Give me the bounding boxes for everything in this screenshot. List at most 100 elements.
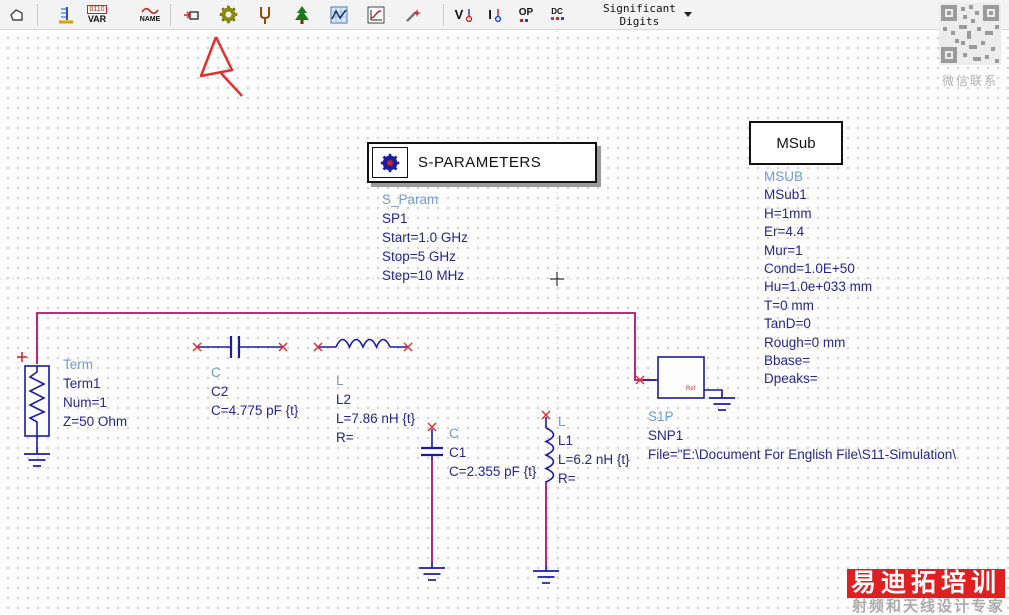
push-into-button[interactable]	[180, 1, 202, 29]
component-type: L	[336, 373, 344, 388]
voltage-probe-icon	[466, 8, 473, 22]
param-line: Step=10 MHz	[382, 268, 465, 283]
significant-digits-dropdown[interactable]: Significant Digits	[603, 2, 692, 28]
term1-label[interactable]: Term Term1 Num=1 Z=50 Ohm	[63, 355, 127, 431]
param-line: T=0 mm	[764, 297, 814, 313]
param-line: C=2.355 pF {t}	[449, 464, 537, 479]
param-line: MSub1	[764, 187, 807, 203]
param-line: Start=1.0 GHz	[382, 230, 468, 245]
component-type: L	[558, 414, 566, 429]
param-line: Er=4.4	[764, 224, 805, 240]
param-line: Hu=1.0e+033 mm	[764, 279, 873, 295]
param-line: Dpeaks=	[764, 371, 818, 387]
chevron-down-icon	[683, 12, 692, 17]
snp-ref-label: Ref	[686, 386, 696, 392]
param-line: SNP1	[648, 428, 684, 443]
plot-icon	[367, 6, 385, 23]
watermark-title: 易迪拓培训	[846, 569, 1005, 598]
l1-label[interactable]: L L1 L=6.2 nH {t} R=	[558, 412, 630, 488]
param-line: SP1	[382, 211, 408, 226]
component-type: S_Param	[382, 192, 439, 207]
qr-caption: 微信联系	[941, 74, 998, 88]
dc-annotation-button[interactable]: DC	[546, 1, 568, 29]
msub-label[interactable]: MSUB MSub1 H=1mm Er=4.4 Mur=1 Cond=1.0E+50 Hu…	[764, 168, 872, 389]
param-line: C2	[211, 384, 229, 399]
snp1-label[interactable]: S1P SNP1 File="E:\Document For English Fi…	[648, 407, 956, 464]
qr-code-image	[939, 3, 1001, 65]
op-annotation-button[interactable]: OP	[515, 1, 537, 29]
l2-label[interactable]: L L2 L=7.86 nH {t} R=	[336, 371, 415, 447]
port-button[interactable]	[6, 1, 28, 29]
c2-label[interactable]: C C2 C=4.775 pF {t}	[211, 363, 298, 420]
param-line: R=	[558, 471, 576, 486]
current-probe-letter: I	[488, 7, 492, 22]
sparams-title: S-PARAMETERS	[418, 154, 542, 171]
qr-code-block: 微信联系	[939, 3, 1001, 89]
toolbar-separator	[443, 3, 444, 26]
optimize-wand-button[interactable]	[402, 1, 424, 29]
param-line: C1	[449, 445, 467, 460]
name-label: NAME	[139, 15, 161, 23]
toolbar-separator	[37, 3, 38, 26]
msub-title: MSub	[776, 134, 816, 152]
component-type: S1P	[648, 409, 674, 424]
voltage-label-letter: V	[454, 7, 464, 22]
significant-digits-line2: Digits	[619, 14, 660, 28]
param-line: R=	[336, 430, 354, 445]
op-dots-icon	[520, 18, 528, 22]
param-line: Cond=1.0E+50	[764, 261, 855, 277]
ads-schematic-window: 0110 VAR NAME V I OP DC Significant Digi…	[0, 0, 1009, 615]
param-line: L2	[336, 392, 352, 407]
sim-gear-box	[372, 147, 408, 178]
toolbar: 0110 VAR NAME V I OP DC Significant Digi…	[0, 0, 1009, 30]
param-line: L=6.2 nH {t}	[558, 452, 630, 467]
level-meter-icon	[59, 6, 73, 23]
wand-icon	[406, 8, 421, 22]
gear-icon	[380, 153, 400, 172]
tree-icon	[295, 5, 309, 24]
current-probe-button[interactable]: I	[484, 1, 506, 29]
component-type: C	[211, 365, 221, 380]
wire-squiggle-icon	[141, 7, 159, 14]
tuning-fork-button[interactable]	[254, 1, 276, 29]
push-into-icon	[184, 10, 199, 20]
tree-button[interactable]	[291, 1, 313, 29]
data-display-icon	[330, 6, 348, 23]
dc-label: DC	[551, 7, 563, 16]
c1-label[interactable]: C C1 C=2.355 pF {t}	[449, 424, 536, 481]
plot-button[interactable]	[365, 1, 387, 29]
component-type: MSUB	[764, 169, 804, 184]
watermark-subtitle: 射频和天线设计专家	[851, 598, 1005, 615]
param-line: Rough=0 mm	[764, 334, 846, 350]
param-line: H=1mm	[764, 205, 812, 221]
toolbar-separator	[170, 3, 171, 26]
component-type: C	[449, 426, 459, 441]
s-parameters-controller[interactable]: S-PARAMETERS	[367, 142, 597, 183]
param-line: Z=50 Ohm	[63, 414, 128, 429]
param-line: L1	[558, 433, 574, 448]
var-label: VAR	[87, 14, 107, 24]
data-display-button[interactable]	[328, 1, 350, 29]
tuning-fork-icon	[260, 6, 270, 24]
component-type: Term	[63, 357, 93, 372]
simulate-gear-button[interactable]	[217, 1, 239, 29]
watermark: 易迪拓培训 射频和天线设计专家	[846, 569, 1005, 615]
level-meter-button[interactable]	[55, 1, 77, 29]
param-line: C=4.775 pF {t}	[211, 403, 299, 418]
param-line: L=7.86 nH {t}	[336, 411, 416, 426]
param-line: Stop=5 GHz	[382, 249, 456, 264]
param-line: Mur=1	[764, 242, 803, 258]
significant-digits-line1: Significant	[603, 1, 676, 15]
wire-name-button[interactable]: NAME	[139, 1, 161, 29]
var-bits-label: 0110	[87, 5, 107, 14]
param-line: Bbase=	[764, 353, 811, 369]
msub-block[interactable]: MSub	[749, 121, 843, 165]
param-line: Num=1	[63, 395, 107, 410]
sparams-label[interactable]: S_Param SP1 Start=1.0 GHz Stop=5 GHz Step=1…	[382, 190, 468, 285]
param-line: TanD=0	[764, 316, 811, 332]
voltage-label-button[interactable]: V	[453, 1, 475, 29]
param-line: Term1	[63, 376, 101, 391]
op-label: OP	[518, 6, 534, 18]
dc-dots-icon	[551, 17, 564, 20]
var-button[interactable]: 0110 VAR	[86, 1, 108, 29]
